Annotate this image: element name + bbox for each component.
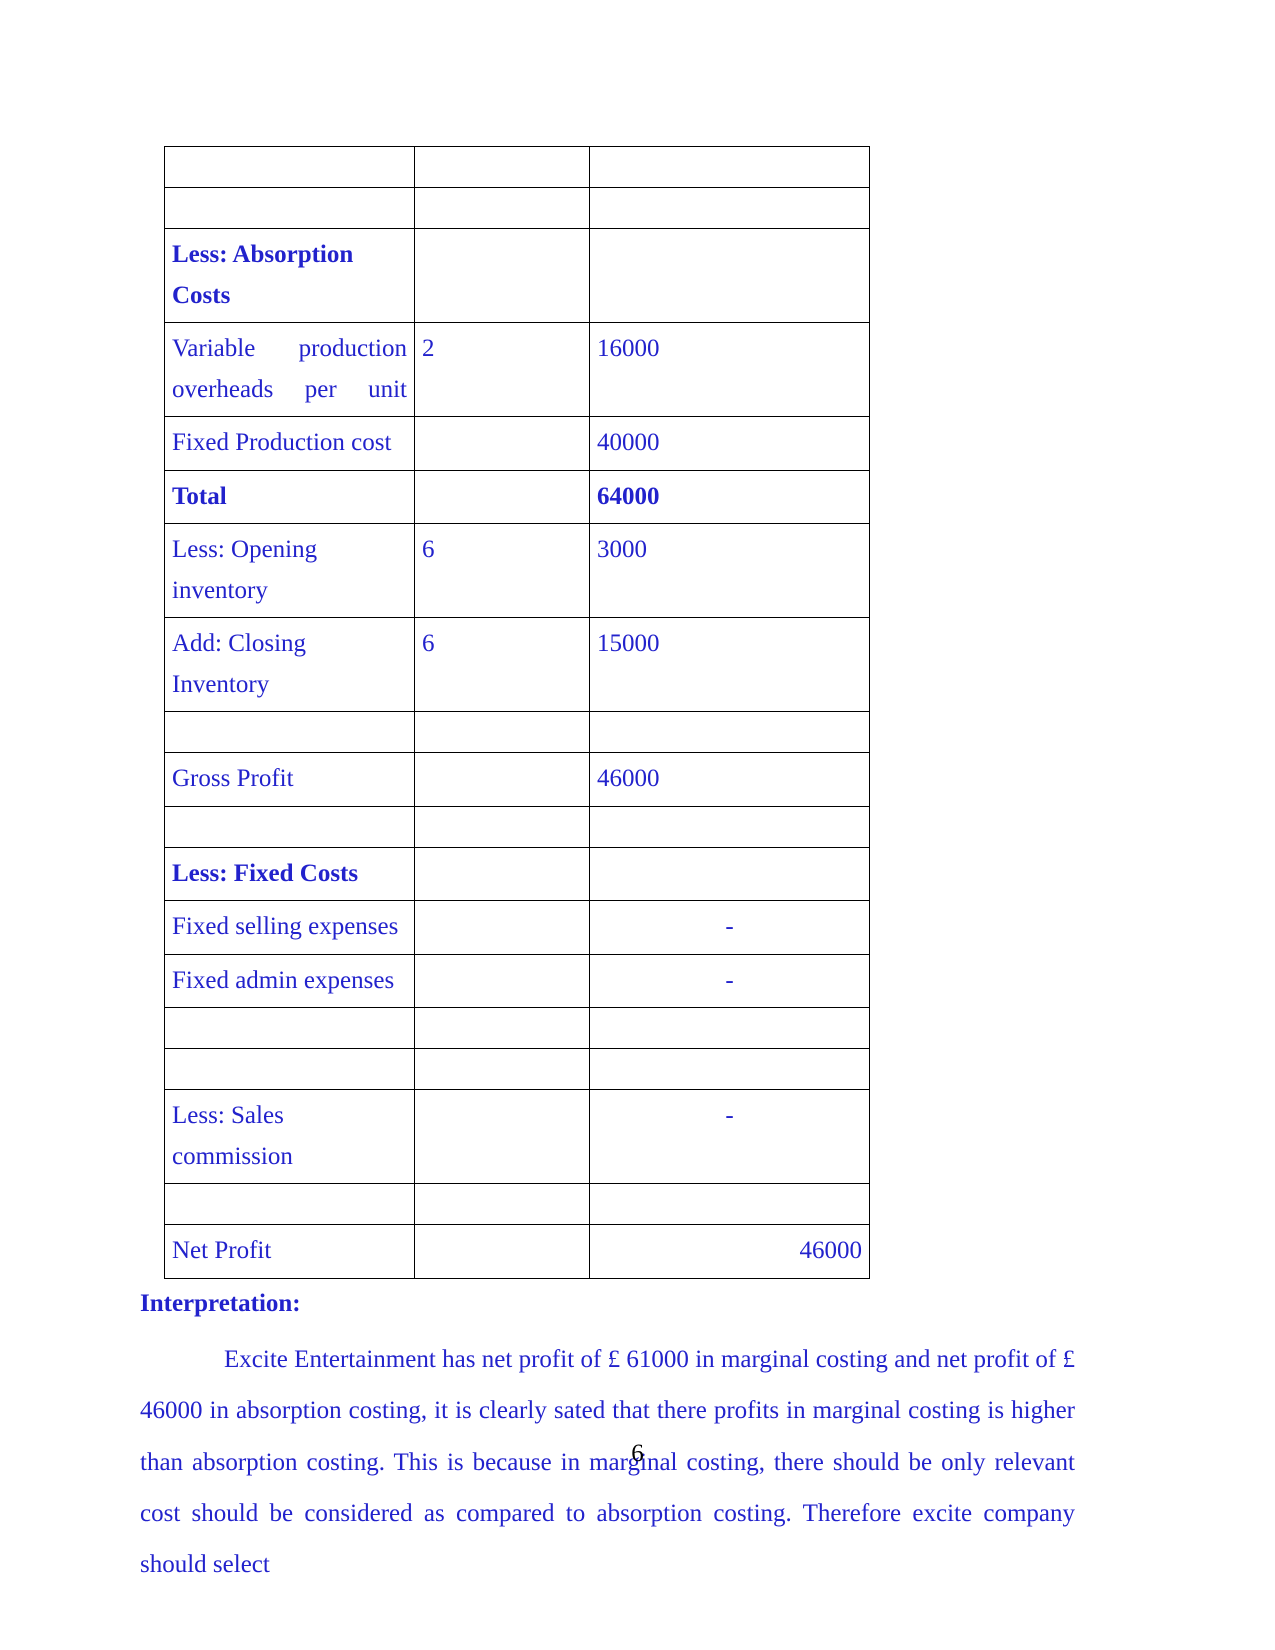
row-units-cell: [414, 146, 590, 188]
row-amount-cell: [589, 228, 870, 323]
row-units-cell: [414, 900, 590, 955]
row-label-cell: [164, 1183, 415, 1225]
row-units-cell: 6: [414, 617, 590, 712]
row-label-cell: Less: Opening inventory: [164, 523, 415, 618]
table-row: [164, 1048, 870, 1090]
row-units-cell: [414, 953, 590, 1008]
row-label-cell: Gross Profit: [164, 752, 415, 807]
row-label-cell: Add: Closing Inventory: [164, 617, 415, 712]
row-label-cell: Total: [164, 469, 415, 524]
row-label-cell: Fixed selling expenses: [164, 900, 415, 955]
row-label-cell: [164, 146, 415, 188]
row-units-cell: [414, 416, 590, 471]
row-label-cell: Variable production overheads per unit: [164, 322, 415, 417]
absorption-costing-table: Less: Absorption Costs Variable productio…: [164, 146, 870, 1279]
table-row: Less: Absorption Costs: [164, 228, 870, 323]
row-units-cell: [414, 846, 590, 901]
page-content: Less: Absorption Costs Variable productio…: [140, 146, 1075, 1590]
table-row: Add: Closing Inventory 6 15000: [164, 617, 870, 712]
interpretation-heading: Interpretation:: [140, 1289, 301, 1317]
table-row: Less: Opening inventory 6 3000: [164, 523, 870, 618]
row-units-cell: [414, 469, 590, 524]
row-amount-cell: [589, 187, 870, 229]
row-amount-cell: 46000: [589, 1224, 870, 1279]
row-amount-cell: 46000: [589, 752, 870, 807]
table-row: Fixed admin expenses -: [164, 953, 870, 1008]
row-amount-cell: [589, 1048, 870, 1090]
row-units-cell: [414, 1089, 590, 1184]
row-units-cell: 6: [414, 523, 590, 618]
table-row: Fixed selling expenses -: [164, 900, 870, 955]
table-row: [164, 146, 870, 188]
table-row: [164, 805, 870, 848]
row-amount-cell: [589, 805, 870, 848]
row-label-cell: Less: Absorption Costs: [164, 228, 415, 323]
row-units-cell: [414, 187, 590, 229]
row-amount-cell: -: [589, 953, 870, 1008]
table-row: Variable production overheads per unit 2 1…: [164, 322, 870, 417]
row-amount-cell: [589, 1007, 870, 1049]
row-units-cell: [414, 805, 590, 848]
row-amount-cell: 15000: [589, 617, 870, 712]
table-row: Net Profit 46000: [164, 1224, 870, 1279]
table-row: [164, 711, 870, 753]
row-units-cell: [414, 1224, 590, 1279]
table-row: Fixed Production cost 40000: [164, 416, 870, 471]
row-units-cell: [414, 752, 590, 807]
row-units-cell: [414, 1007, 590, 1049]
document-page: Less: Absorption Costs Variable productio…: [0, 0, 1275, 1650]
table-row: [164, 187, 870, 229]
row-label-cell: [164, 187, 415, 229]
row-label-cell: Fixed Production cost: [164, 416, 415, 471]
row-amount-cell: 16000: [589, 322, 870, 417]
row-amount-cell: 64000: [589, 469, 870, 524]
row-units-cell: [414, 711, 590, 753]
table-row: Gross Profit 46000: [164, 752, 870, 807]
row-amount-cell: [589, 711, 870, 753]
row-units-cell: [414, 1183, 590, 1225]
row-units-cell: [414, 228, 590, 323]
row-label-cell: Net Profit: [164, 1224, 415, 1279]
row-units-cell: [414, 1048, 590, 1090]
row-amount-cell: [589, 146, 870, 188]
row-amount-cell: 3000: [589, 523, 870, 618]
row-amount-cell: -: [589, 1089, 870, 1184]
row-amount-cell: -: [589, 900, 870, 955]
row-amount-cell: 40000: [589, 416, 870, 471]
table-row: Less: Fixed Costs: [164, 846, 870, 901]
row-label-cell: Less: Fixed Costs: [164, 846, 415, 901]
table-row: [164, 1183, 870, 1225]
row-amount-cell: [589, 846, 870, 901]
row-label-cell: Fixed admin expenses: [164, 953, 415, 1008]
row-label-cell: [164, 1048, 415, 1090]
table-row: Less: Sales commission -: [164, 1089, 870, 1184]
row-label-cell: [164, 711, 415, 753]
row-units-cell: 2: [414, 322, 590, 417]
table-body: Less: Absorption Costs Variable productio…: [164, 146, 870, 1279]
row-label-cell: [164, 805, 415, 848]
table-row: [164, 1007, 870, 1049]
row-label-cell: [164, 1007, 415, 1049]
page-number: 6: [631, 1440, 644, 1467]
table-row: Total 64000: [164, 469, 870, 524]
row-amount-cell: [589, 1183, 870, 1225]
row-label-cell: Less: Sales commission: [164, 1089, 415, 1184]
